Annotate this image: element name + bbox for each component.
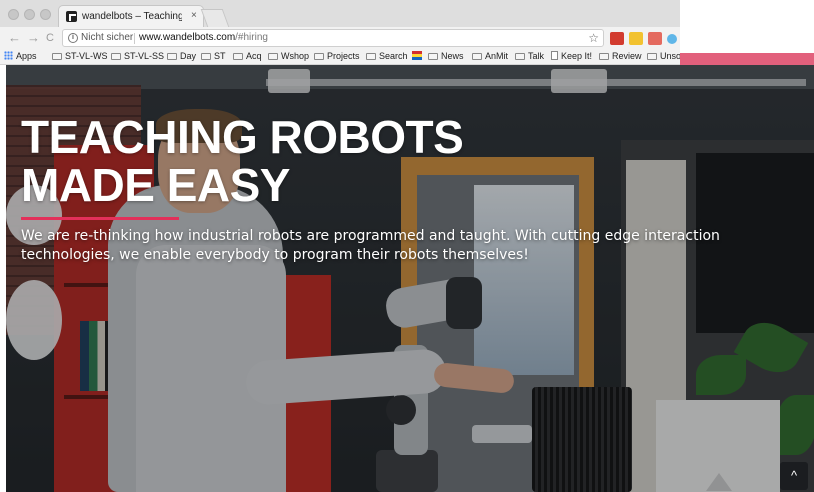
url-path: /#hiring xyxy=(235,32,268,43)
reload-icon[interactable]: C xyxy=(46,30,54,46)
close-window-button[interactable] xyxy=(8,9,19,20)
bookmark-label: News xyxy=(441,51,464,61)
hero-title-line-1: TEACHING ROBOTS xyxy=(21,111,464,163)
site-header-strip xyxy=(680,53,814,65)
bookmark-st[interactable]: ST xyxy=(201,51,226,62)
bookmark-wshop[interactable]: Wshop xyxy=(268,51,309,62)
url-host: www.wandelbots.com xyxy=(139,32,236,43)
bookmark-label: ST-VL-SS xyxy=(124,51,165,61)
folder-icon xyxy=(52,53,62,60)
hero-accent-line xyxy=(21,217,179,220)
bookmark-label: Talk xyxy=(528,51,545,61)
bookmark-apps[interactable]: Apps xyxy=(4,51,37,62)
tab-title: wandelbots – Teaching robots xyxy=(82,11,182,22)
bookmark-label: Projects xyxy=(327,51,360,61)
folder-icon xyxy=(167,53,177,60)
flag-icon xyxy=(412,51,422,60)
extension-1-icon[interactable] xyxy=(610,32,624,45)
bookmark-label: ST xyxy=(214,51,226,61)
tab-close-icon[interactable]: × xyxy=(191,10,197,21)
security-status[interactable]: Nicht sicher xyxy=(81,30,133,46)
maximize-window-button[interactable] xyxy=(40,9,51,20)
bookmark-review[interactable]: Review xyxy=(599,51,642,62)
bookmark-st-vl-ws[interactable]: ST-VL-WS xyxy=(52,51,108,62)
info-icon[interactable]: i xyxy=(68,33,78,43)
folder-icon xyxy=(111,53,121,60)
bookmark-flag[interactable] xyxy=(412,51,422,62)
bookmark-label: Search xyxy=(379,51,408,61)
browser-window: wandelbots – Teaching robots × ← → C i N… xyxy=(0,0,814,492)
folder-icon xyxy=(515,53,525,60)
folder-icon xyxy=(201,53,211,60)
folder-icon xyxy=(428,53,438,60)
address-bar[interactable]: i Nicht sicher www.wandelbots.com/#hirin… xyxy=(62,29,604,47)
bookmark-keep-it[interactable]: Keep It! xyxy=(551,51,592,62)
hero-section: TEACHING ROBOTS MADE EASY We are re-thin… xyxy=(6,65,814,492)
folder-icon xyxy=(366,53,376,60)
chevron-up-icon: ^ xyxy=(790,468,798,483)
bookmark-label: Acq xyxy=(246,51,262,61)
folder-icon xyxy=(599,53,609,60)
bookmarks-bar: Apps ST-VL-WS ST-VL-SS Day ST Acq Wshop … xyxy=(0,49,681,65)
forward-arrow-icon[interactable]: → xyxy=(27,30,40,46)
folder-icon xyxy=(647,53,657,60)
bookmark-label: Review xyxy=(612,51,642,61)
extension-2-icon[interactable] xyxy=(629,32,643,45)
folder-icon xyxy=(268,53,278,60)
back-arrow-icon[interactable]: ← xyxy=(8,30,21,46)
folder-icon xyxy=(314,53,324,60)
bookmark-day[interactable]: Day xyxy=(167,51,196,62)
bookmark-label: AnMit xyxy=(485,51,509,61)
minimize-window-button[interactable] xyxy=(24,9,35,20)
hero-title-line-2: MADE EASY xyxy=(21,159,290,211)
bookmark-label: ST-VL-WS xyxy=(65,51,108,61)
bookmark-label: Wshop xyxy=(281,51,310,61)
wandelbots-favicon-icon xyxy=(66,11,77,22)
bookmark-label: Unso xyxy=(660,51,682,61)
bookmark-label: Day xyxy=(180,51,197,61)
tab-strip: wandelbots – Teaching robots × xyxy=(0,0,680,27)
extension-3-icon[interactable] xyxy=(648,32,662,45)
apps-icon xyxy=(4,51,13,60)
browser-toolbar: ← → C i Nicht sicher www.wandelbots.com/… xyxy=(0,27,680,49)
new-tab-button[interactable] xyxy=(200,9,230,27)
page-icon xyxy=(551,51,558,60)
scroll-to-top-button[interactable]: ^ xyxy=(780,462,808,490)
bookmark-talk[interactable]: Talk xyxy=(515,51,544,62)
bookmark-news[interactable]: News xyxy=(428,51,464,62)
tab-wandelbots[interactable]: wandelbots – Teaching robots × xyxy=(58,5,204,27)
folder-icon xyxy=(233,53,243,60)
bookmark-search[interactable]: Search xyxy=(366,51,408,62)
folder-icon xyxy=(472,53,482,60)
bookmark-unso[interactable]: Unso xyxy=(647,51,681,62)
bookmark-star-icon[interactable]: ☆ xyxy=(588,30,599,46)
extension-4-icon[interactable] xyxy=(667,34,677,44)
bookmark-label: Apps xyxy=(16,51,37,61)
bookmark-label: Keep It! xyxy=(561,51,593,61)
bookmark-st-vl-ss[interactable]: ST-VL-SS xyxy=(111,51,164,62)
hero-title: TEACHING ROBOTS MADE EASY xyxy=(21,113,581,209)
bookmark-anmit[interactable]: AnMit xyxy=(472,51,508,62)
address-divider xyxy=(134,33,135,44)
url-text[interactable]: www.wandelbots.com/#hiring xyxy=(139,30,268,46)
browser-chrome: wandelbots – Teaching robots × ← → C i N… xyxy=(0,0,681,65)
hero-description: We are re-thinking how industrial robots… xyxy=(21,228,720,263)
bookmark-projects[interactable]: Projects xyxy=(314,51,360,62)
bookmark-acq[interactable]: Acq xyxy=(233,51,262,62)
